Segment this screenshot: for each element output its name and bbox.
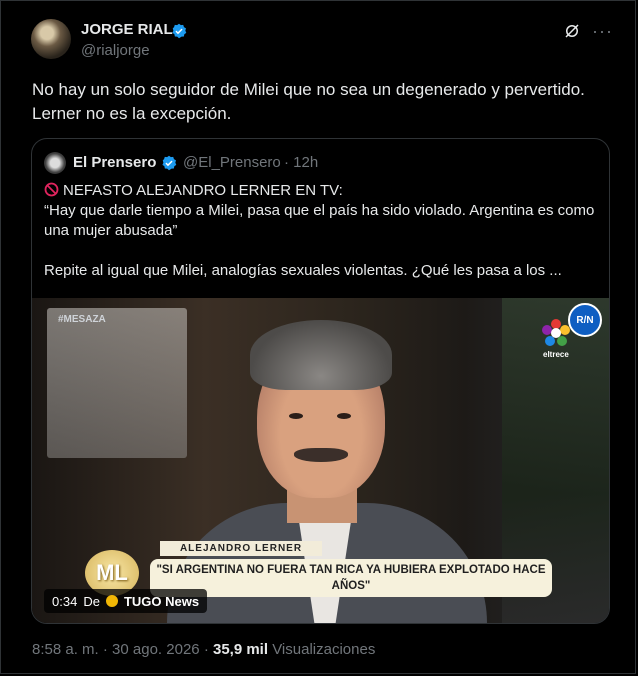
video-source-name[interactable]: TUGO News	[124, 594, 199, 609]
quote-author-handle[interactable]: @El_Prensero	[183, 154, 281, 171]
person-eye-left	[289, 413, 303, 419]
video-background-window	[47, 308, 187, 458]
quote-headline: NEFASTO ALEJANDRO LERNER EN TV:	[63, 182, 343, 199]
quote-line-2: “Hay que darle tiempo a Milei, pasa que …	[44, 202, 595, 239]
quote-line-3: Repite al igual que Milei, analogías sex…	[44, 262, 562, 279]
author-name[interactable]: JORGE RIAL	[81, 21, 173, 38]
views-count: 35,9 mil	[212, 641, 269, 658]
video-timecode: 0:34	[52, 593, 78, 609]
eltrece-logo-icon	[542, 319, 570, 346]
tweet-meta: 8:58 a. m. · 30 ago. 2026 · 35,9 mil Vis…	[32, 641, 375, 658]
quoted-tweet[interactable]: El Prensero @El_Prensero · 12h NEFASTO A…	[31, 138, 610, 624]
lower-third-quote: "SI ARGENTINA NO FUERA TAN RICA YA HUBIE…	[150, 559, 552, 597]
quote-author-name[interactable]: El Prensero	[73, 154, 156, 171]
video-source-prefix: De	[83, 593, 100, 609]
quote-timestamp[interactable]: · 12h	[284, 154, 318, 171]
author-handle[interactable]: @rialjorge	[81, 42, 150, 59]
quote-text: NEFASTO ALEJANDRO LERNER EN TV: “Hay que…	[44, 181, 599, 281]
verified-icon	[162, 155, 177, 171]
person-mustache	[294, 448, 348, 462]
person-hair	[250, 320, 392, 390]
quote-line-1: NEFASTO ALEJANDRO LERNER EN TV:	[44, 181, 599, 201]
author-avatar[interactable]	[31, 19, 71, 59]
meta-separator: ·	[203, 641, 209, 658]
grok-icon[interactable]	[563, 22, 581, 40]
views-label: Visualizaciones	[272, 641, 376, 658]
video-timecode-bar[interactable]: 0:34 De TUGO News	[44, 589, 208, 613]
video-hashtag: #MESAZA	[58, 314, 106, 325]
tweet-text: No hay un solo seguidor de Milei que no …	[32, 80, 585, 123]
lower-third-name: ALEJANDRO LERNER	[160, 541, 322, 556]
tweet-date[interactable]: 30 ago. 2026	[112, 641, 200, 658]
verified-icon	[172, 23, 187, 39]
meta-separator: ·	[102, 641, 108, 658]
channel-label: eltrece	[543, 350, 569, 359]
quote-avatar[interactable]	[44, 152, 66, 174]
person-eye-right	[337, 413, 351, 419]
rn-badge: R/N	[568, 303, 602, 337]
more-icon[interactable]: ···	[592, 21, 613, 42]
video-player[interactable]: #MESAZA eltrece R/N ML ALEJANDRO LERNER …	[32, 298, 609, 623]
tugo-icon	[105, 595, 118, 607]
tweet-time[interactable]: 8:58 a. m.	[32, 641, 99, 658]
no-entry-icon	[44, 182, 59, 197]
